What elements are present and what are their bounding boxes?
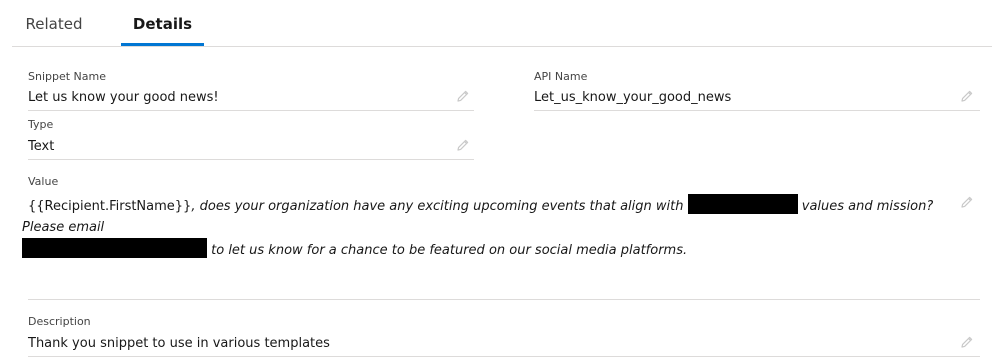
tab-related[interactable]: Related <box>12 0 96 46</box>
type-field: Type Text <box>28 118 474 160</box>
type-value: Text <box>28 139 55 154</box>
api-name-value: Let_us_know_your_good_news <box>534 90 732 105</box>
divider <box>28 299 980 300</box>
value-text-part-1: , does your organization have any exciti… <box>191 199 684 214</box>
value-text-part-3: to let us know for a chance to be featur… <box>211 243 688 258</box>
tab-details[interactable]: Details <box>121 0 204 46</box>
divider <box>28 110 474 111</box>
edit-snippet-name-button[interactable] <box>456 89 470 103</box>
api-name-field: API Name Let_us_know_your_good_news <box>534 70 980 111</box>
description-value: Thank you snippet to use in various temp… <box>28 336 330 351</box>
tab-bar: Related Details <box>12 0 992 47</box>
description-label: Description <box>28 315 91 328</box>
snippet-name-label: Snippet Name <box>28 70 107 83</box>
edit-api-name-button[interactable] <box>960 89 974 103</box>
snippet-name-field: Snippet Name Let us know your good news! <box>28 70 474 111</box>
value-label: Value <box>28 175 59 188</box>
redacted-block <box>687 194 798 214</box>
redacted-block <box>22 238 207 258</box>
divider <box>534 110 980 111</box>
merge-field-text: {{Recipient.FirstName}} <box>28 199 192 214</box>
type-label: Type <box>28 118 54 131</box>
divider <box>28 159 474 160</box>
description-field: Description Thank you snippet to use in … <box>28 315 980 357</box>
snippet-name-value: Let us know your good news! <box>28 90 219 105</box>
value-text: {{Recipient.FirstName}}, does your organ… <box>22 194 957 261</box>
edit-value-button[interactable] <box>960 195 974 209</box>
edit-type-button[interactable] <box>456 138 470 152</box>
edit-description-button[interactable] <box>960 335 974 349</box>
api-name-label: API Name <box>534 70 588 83</box>
